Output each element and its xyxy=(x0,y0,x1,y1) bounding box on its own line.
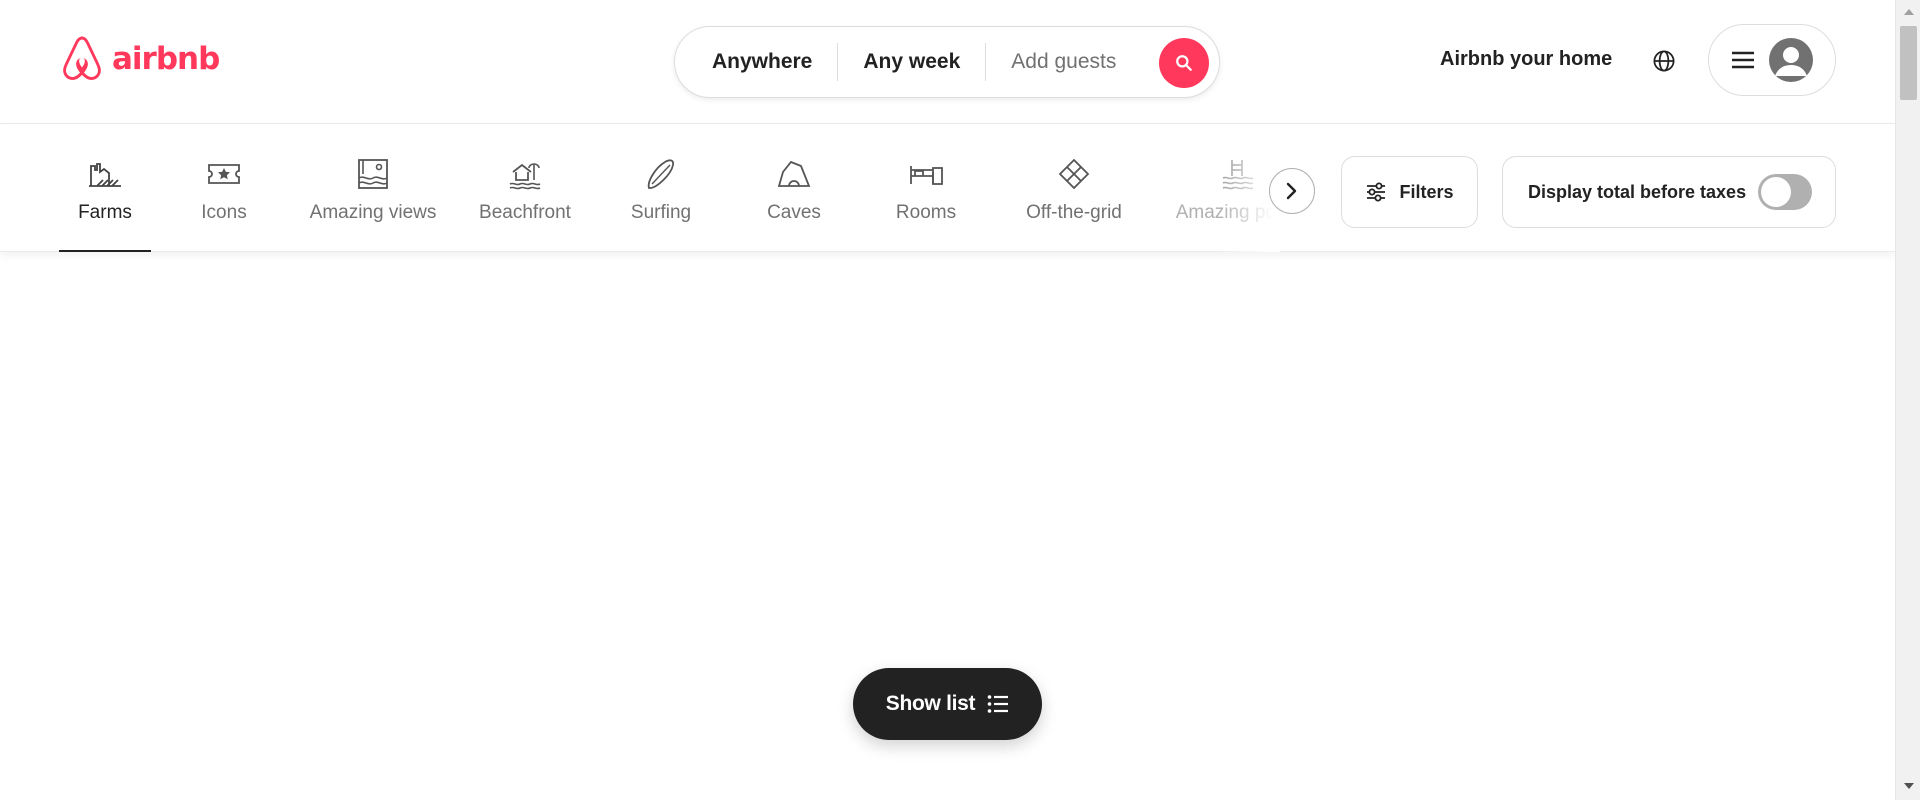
search-icon xyxy=(1176,55,1192,71)
farm-icon xyxy=(89,163,121,187)
scroll-up-arrow-icon[interactable] xyxy=(1896,2,1920,22)
category-label: Surfing xyxy=(630,202,692,223)
search-guests[interactable]: Add guests xyxy=(986,50,1141,74)
category-label: Beachfront xyxy=(479,202,571,223)
category-caves[interactable]: Caves xyxy=(748,124,840,252)
search-dates[interactable]: Any week xyxy=(838,50,985,74)
user-menu-button[interactable] xyxy=(1708,24,1836,96)
vertical-scrollbar[interactable] xyxy=(1895,0,1920,800)
category-amazing-pools[interactable]: Amazing pools xyxy=(1168,124,1280,252)
show-list-button[interactable]: Show list xyxy=(853,668,1042,740)
page: airbnb Anywhere Any week Add guests Airb… xyxy=(0,0,1920,800)
show-list-label: Show list xyxy=(885,692,976,715)
tax-display-toggle-box: Display total before taxes xyxy=(1502,156,1836,228)
category-beachfront[interactable]: Beachfront xyxy=(470,124,580,252)
category-farms[interactable]: Farms xyxy=(59,124,151,252)
bed-icon xyxy=(910,166,943,185)
brand-name: airbnb xyxy=(112,41,220,77)
search-location[interactable]: Anywhere xyxy=(675,50,837,74)
cave-icon xyxy=(777,160,811,187)
surfboard-icon xyxy=(647,159,675,189)
pool-icon xyxy=(1222,160,1254,190)
filters-label: Filters xyxy=(1399,181,1454,202)
scroll-down-arrow-icon[interactable] xyxy=(1896,776,1920,796)
framed-view-icon xyxy=(358,159,388,189)
category-off-the-grid[interactable]: Off-the-grid xyxy=(1010,124,1138,252)
hamburger-menu-icon xyxy=(1732,51,1754,69)
beach-hut-icon xyxy=(509,163,541,190)
category-surfing[interactable]: Surfing xyxy=(615,124,707,252)
category-label: Farms xyxy=(78,202,132,223)
category-list: Farms Icons Amazing views Beachfront Sur… xyxy=(40,124,1280,252)
filters-button[interactable]: Filters xyxy=(1341,156,1478,228)
category-rooms[interactable]: Rooms xyxy=(880,124,972,252)
search-bar[interactable]: Anywhere Any week Add guests xyxy=(674,26,1220,98)
category-label: Rooms xyxy=(895,202,957,223)
search-button[interactable] xyxy=(1159,38,1209,88)
category-label: Caves xyxy=(767,202,821,223)
category-label: Amazing pools xyxy=(1175,202,1280,223)
category-amazing-views[interactable]: Amazing views xyxy=(303,124,443,252)
scrollbar-thumb[interactable] xyxy=(1900,26,1917,100)
globe-icon[interactable] xyxy=(1650,47,1678,75)
list-icon xyxy=(987,695,1009,713)
toggle-knob xyxy=(1761,177,1792,207)
header: airbnb Anywhere Any week Add guests Airb… xyxy=(0,0,1895,124)
tax-toggle-switch[interactable] xyxy=(1758,174,1813,210)
tax-toggle-label: Display total before taxes xyxy=(1528,181,1747,202)
airbnb-logo-icon xyxy=(63,36,101,80)
diamond-grid-icon xyxy=(1058,158,1090,190)
airbnb-logo[interactable]: airbnb xyxy=(58,34,220,84)
category-label: Off-the-grid xyxy=(1026,202,1122,223)
host-your-home-link[interactable]: Airbnb your home xyxy=(1440,48,1612,71)
category-label: Icons xyxy=(201,202,247,223)
category-next-button[interactable] xyxy=(1269,168,1315,214)
ticket-star-icon xyxy=(208,164,240,184)
chevron-right-icon xyxy=(1286,182,1297,200)
category-icons[interactable]: Icons xyxy=(178,124,270,252)
category-label: Amazing views xyxy=(309,202,437,223)
main-content: airbnb Anywhere Any week Add guests Airb… xyxy=(0,0,1895,800)
sliders-icon xyxy=(1367,182,1386,202)
user-avatar-icon xyxy=(1769,38,1813,82)
